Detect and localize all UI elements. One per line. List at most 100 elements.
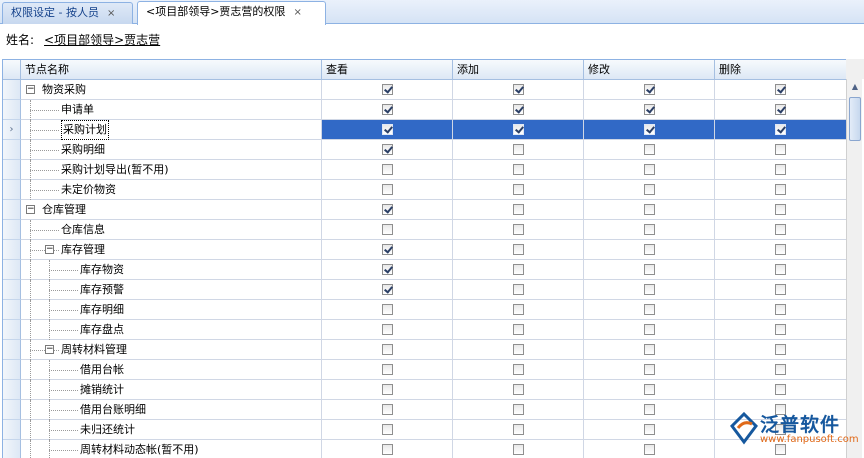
node-cell[interactable]: − 物资采购 bbox=[21, 80, 322, 100]
edit-checkbox[interactable] bbox=[644, 244, 655, 255]
view-checkbox[interactable] bbox=[382, 224, 393, 235]
view-checkbox[interactable] bbox=[382, 124, 393, 135]
add-checkbox[interactable] bbox=[513, 144, 524, 155]
add-checkbox[interactable] bbox=[513, 264, 524, 275]
node-cell[interactable]: 未归还统计 bbox=[21, 420, 322, 440]
row-indicator[interactable] bbox=[3, 100, 21, 120]
table-row[interactable]: 摊销统计 bbox=[3, 380, 846, 400]
edit-checkbox[interactable] bbox=[644, 284, 655, 295]
add-checkbox[interactable] bbox=[513, 204, 524, 215]
edit-checkbox[interactable] bbox=[644, 224, 655, 235]
delete-checkbox[interactable] bbox=[775, 104, 786, 115]
delete-checkbox[interactable] bbox=[775, 204, 786, 215]
edit-checkbox[interactable] bbox=[644, 264, 655, 275]
edit-checkbox[interactable] bbox=[644, 344, 655, 355]
view-checkbox[interactable] bbox=[382, 144, 393, 155]
node-cell[interactable]: 借用台帐 bbox=[21, 360, 322, 380]
node-cell[interactable]: 未定价物资 bbox=[21, 180, 322, 200]
table-row[interactable]: − 物资采购 bbox=[3, 80, 846, 100]
table-row[interactable]: 采购明细 bbox=[3, 140, 846, 160]
view-checkbox[interactable] bbox=[382, 84, 393, 95]
edit-checkbox[interactable] bbox=[644, 384, 655, 395]
edit-checkbox[interactable] bbox=[644, 84, 655, 95]
table-row[interactable]: 未定价物资 bbox=[3, 180, 846, 200]
table-row[interactable]: 周转材料动态帐(暂不用) bbox=[3, 440, 846, 458]
edit-checkbox[interactable] bbox=[644, 364, 655, 375]
node-cell[interactable]: − 周转材料管理 bbox=[21, 340, 322, 360]
add-checkbox[interactable] bbox=[513, 124, 524, 135]
view-checkbox[interactable] bbox=[382, 164, 393, 175]
edit-checkbox[interactable] bbox=[644, 324, 655, 335]
row-indicator[interactable] bbox=[3, 420, 21, 440]
edit-checkbox[interactable] bbox=[644, 204, 655, 215]
add-checkbox[interactable] bbox=[513, 104, 524, 115]
view-checkbox[interactable] bbox=[382, 104, 393, 115]
edit-checkbox[interactable] bbox=[644, 404, 655, 415]
row-indicator[interactable] bbox=[3, 220, 21, 240]
table-row[interactable]: 申请单 bbox=[3, 100, 846, 120]
add-checkbox[interactable] bbox=[513, 424, 524, 435]
node-cell[interactable]: 摊销统计 bbox=[21, 380, 322, 400]
row-indicator[interactable] bbox=[3, 160, 21, 180]
table-row[interactable]: − 周转材料管理 bbox=[3, 340, 846, 360]
row-indicator[interactable]: › bbox=[3, 120, 21, 140]
edit-checkbox[interactable] bbox=[644, 184, 655, 195]
collapse-icon[interactable]: − bbox=[45, 245, 54, 254]
row-indicator[interactable] bbox=[3, 440, 21, 458]
add-checkbox[interactable] bbox=[513, 244, 524, 255]
node-cell[interactable]: 库存明细 bbox=[21, 300, 322, 320]
edit-checkbox[interactable] bbox=[644, 164, 655, 175]
edit-checkbox[interactable] bbox=[644, 104, 655, 115]
delete-checkbox[interactable] bbox=[775, 344, 786, 355]
row-indicator[interactable] bbox=[3, 380, 21, 400]
row-indicator[interactable] bbox=[3, 320, 21, 340]
node-cell[interactable]: 库存盘点 bbox=[21, 320, 322, 340]
header-node-name[interactable]: 节点名称 bbox=[21, 60, 322, 80]
node-cell[interactable]: 采购计划导出(暂不用) bbox=[21, 160, 322, 180]
node-cell[interactable]: − 仓库管理 bbox=[21, 200, 322, 220]
add-checkbox[interactable] bbox=[513, 184, 524, 195]
row-indicator[interactable] bbox=[3, 400, 21, 420]
delete-checkbox[interactable] bbox=[775, 84, 786, 95]
view-checkbox[interactable] bbox=[382, 444, 393, 455]
header-view[interactable]: 查看 bbox=[322, 60, 453, 80]
row-indicator[interactable] bbox=[3, 80, 21, 100]
delete-checkbox[interactable] bbox=[775, 324, 786, 335]
row-indicator[interactable] bbox=[3, 180, 21, 200]
delete-checkbox[interactable] bbox=[775, 184, 786, 195]
row-indicator[interactable] bbox=[3, 260, 21, 280]
add-checkbox[interactable] bbox=[513, 324, 524, 335]
table-row[interactable]: › 采购计划 bbox=[3, 120, 846, 140]
delete-checkbox[interactable] bbox=[775, 304, 786, 315]
node-cell[interactable]: 申请单 bbox=[21, 100, 322, 120]
node-cell[interactable]: 库存预警 bbox=[21, 280, 322, 300]
node-cell[interactable]: 仓库信息 bbox=[21, 220, 322, 240]
node-cell[interactable]: 采购计划 bbox=[21, 120, 322, 140]
delete-checkbox[interactable] bbox=[775, 264, 786, 275]
add-checkbox[interactable] bbox=[513, 284, 524, 295]
table-row[interactable]: 库存物资 bbox=[3, 260, 846, 280]
edit-checkbox[interactable] bbox=[644, 444, 655, 455]
row-indicator[interactable] bbox=[3, 140, 21, 160]
row-indicator[interactable] bbox=[3, 240, 21, 260]
add-checkbox[interactable] bbox=[513, 364, 524, 375]
node-cell[interactable]: 周转材料动态帐(暂不用) bbox=[21, 440, 322, 458]
row-indicator[interactable] bbox=[3, 280, 21, 300]
table-row[interactable]: 库存明细 bbox=[3, 300, 846, 320]
view-checkbox[interactable] bbox=[382, 204, 393, 215]
table-row[interactable]: − 仓库管理 bbox=[3, 200, 846, 220]
scroll-thumb[interactable] bbox=[849, 97, 861, 141]
tab-user-permissions[interactable]: <项目部领导>贾志营的权限 × bbox=[137, 1, 326, 25]
close-icon[interactable]: × bbox=[293, 3, 301, 23]
view-checkbox[interactable] bbox=[382, 384, 393, 395]
view-checkbox[interactable] bbox=[382, 324, 393, 335]
row-indicator[interactable] bbox=[3, 200, 21, 220]
view-checkbox[interactable] bbox=[382, 344, 393, 355]
delete-checkbox[interactable] bbox=[775, 384, 786, 395]
view-checkbox[interactable] bbox=[382, 424, 393, 435]
row-indicator[interactable] bbox=[3, 300, 21, 320]
add-checkbox[interactable] bbox=[513, 444, 524, 455]
collapse-icon[interactable]: − bbox=[26, 85, 35, 94]
view-checkbox[interactable] bbox=[382, 364, 393, 375]
edit-checkbox[interactable] bbox=[644, 304, 655, 315]
